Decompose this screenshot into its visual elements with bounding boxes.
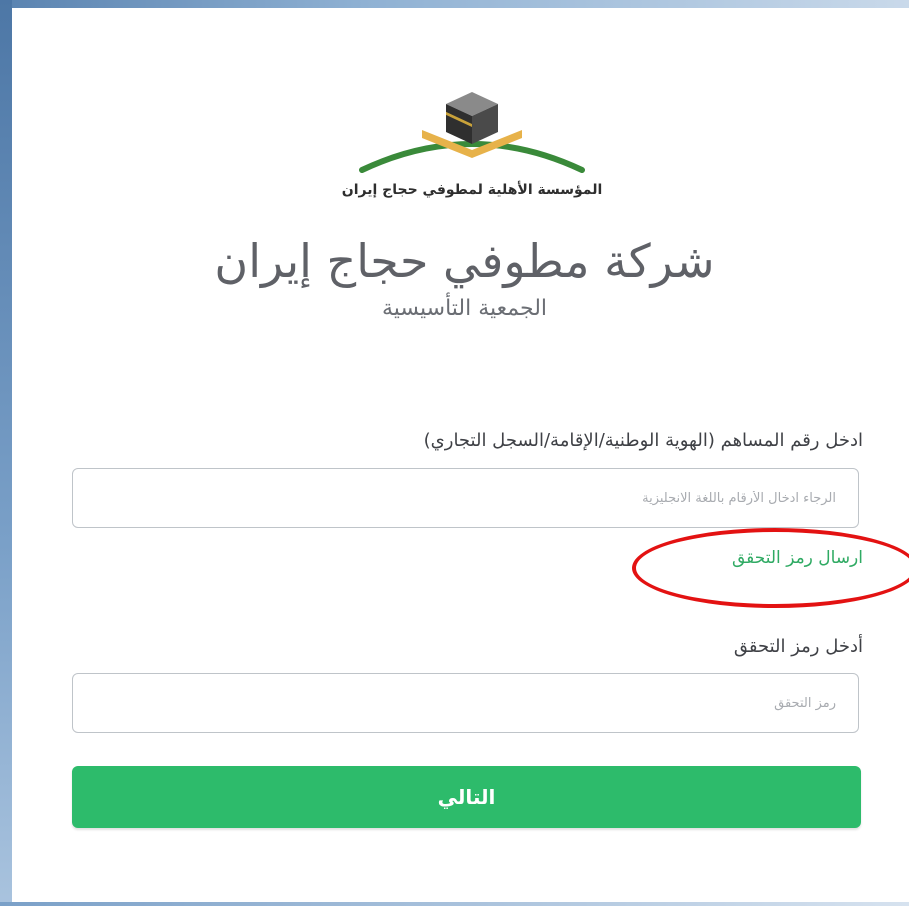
verification-code-input[interactable] (72, 673, 859, 733)
login-card: المؤسسة الأهلية لمطوفي حجاج إيران شركة م… (12, 8, 909, 902)
window-left-edge (0, 0, 12, 906)
next-button[interactable]: التالي (72, 766, 861, 828)
shareholder-id-label: ادخل رقم المساهم (الهوية الوطنية/الإقامة… (423, 430, 863, 451)
shareholder-id-input[interactable] (72, 468, 859, 528)
window-bottom-edge (0, 902, 909, 906)
logo-caption: المؤسسة الأهلية لمطوفي حجاج إيران (341, 182, 603, 198)
logo: المؤسسة الأهلية لمطوفي حجاج إيران (322, 78, 632, 208)
send-verification-code-link[interactable]: ارسال رمز التحقق (732, 548, 863, 568)
red-annotation-ellipse (632, 528, 909, 608)
kaaba-logo-icon (359, 92, 585, 173)
page-subtitle: الجمعية التأسيسية (381, 296, 548, 321)
window-top-edge (0, 0, 909, 8)
page-title: شركة مطوفي حجاج إيران (214, 234, 715, 288)
verification-code-label: أدخل رمز التحقق (733, 636, 863, 657)
